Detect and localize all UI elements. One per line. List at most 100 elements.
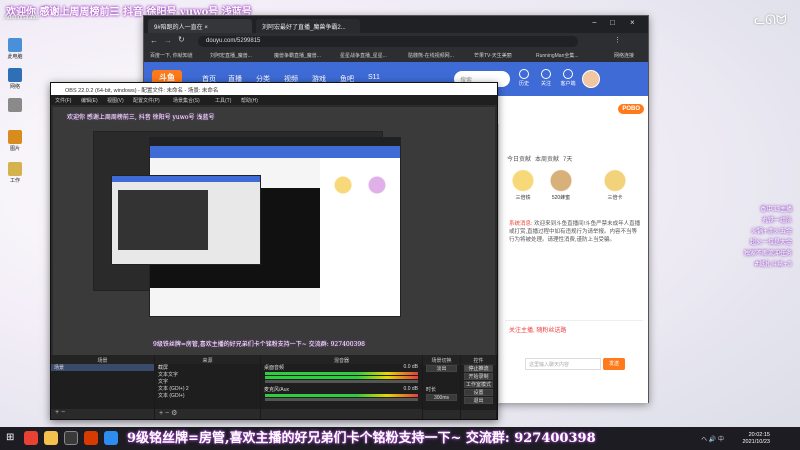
scene-item[interactable]: 场景 — [51, 364, 154, 371]
preview-banner-text: 欢迎你 感谢上周周榜前三, 抖音 徐阳号 yuwo号 浅蓝号 — [67, 114, 215, 121]
gift-card[interactable]: 520蜂蜜 — [545, 168, 577, 204]
bookmark-item[interactable]: 骷髅熊-在线视频网... — [408, 52, 454, 59]
notice-title: 系统消息: — [509, 221, 533, 227]
history-button[interactable]: 历史 — [514, 69, 534, 87]
explorer-icon[interactable] — [44, 431, 58, 445]
volume-slider[interactable] — [265, 398, 418, 401]
controls-dock: 控件 停止推流 开始录制 工作室模式 设置 退出 — [461, 355, 497, 419]
settings-button[interactable]: 设置 — [464, 389, 493, 396]
source-item[interactable]: 文本 (GDI+) 2 — [155, 385, 260, 392]
desktop-icon-file[interactable] — [4, 98, 26, 113]
follow-hint: 关注主播, 随粉丝送路 — [505, 320, 643, 338]
controls-dock-title: 控件 — [461, 355, 496, 364]
back-icon[interactable]: ← — [150, 36, 158, 45]
mixer-level: 0.0 dB — [403, 386, 418, 392]
remove-icon[interactable]: − — [165, 410, 169, 417]
browser-tab-2[interactable]: 刘阿宏最好了直播_魔兽争霸2... — [256, 19, 360, 33]
tab-week[interactable]: 本周贡献 — [535, 154, 559, 163]
mixer-channel-label: 麦克风/Aux — [264, 387, 290, 393]
gift-card[interactable]: 三倍卡 — [599, 168, 631, 204]
menu-view[interactable]: 视图(V) — [107, 97, 124, 104]
add-icon[interactable]: + — [159, 410, 163, 417]
mixer-dock-title: 混音器 — [261, 355, 422, 364]
preview-bottom-text: 9级铁丝牌=房管,喜欢主播的好兄弟们卡个铭粉支持一下~ 交流群: 9274003… — [153, 341, 365, 348]
obs-docks: 场景 场景 + − 来源 截屏 文本文字 文字 文本 (GDI+) 2 文本 (… — [51, 355, 497, 419]
folder-icon — [8, 130, 22, 144]
minimize-icon[interactable]: − — [592, 18, 597, 27]
add-icon[interactable]: + — [55, 409, 59, 416]
menu-scene-collection[interactable]: 场景集合(S) — [173, 97, 200, 104]
menu-file[interactable]: 文件(F) — [55, 97, 71, 104]
file-icon — [8, 98, 22, 112]
system-notice: 系统消息: 欢迎来到斗鱼直播间!斗鱼严禁未成年人直播或打赏,直播过程中如有违规行… — [507, 218, 643, 306]
client-button[interactable]: 客户端 — [558, 69, 578, 87]
desktop-icon-pictures[interactable]: 图片 — [4, 130, 26, 152]
reload-icon[interactable]: ↻ — [178, 35, 185, 44]
obs-window: OBS 22.0.2 (64-bit, windows) - 配置文件: 未命名… — [50, 82, 498, 420]
source-item[interactable]: 截屏 — [155, 364, 260, 371]
gear-icon[interactable]: ⚙ — [171, 410, 177, 417]
bookmark-item[interactable]: RunningMan全集... — [536, 52, 579, 59]
transitions-dock: 场景切换 淡出 时长 300ms — [423, 355, 461, 419]
side-panel: 今日贡献 本周贡献 7天 三倍铁 520蜂蜜 三倍卡 系统消息: 欢迎来到斗鱼直… — [498, 124, 648, 402]
browser-tab-1[interactable]: 9#陪跑的人一直在 × — [148, 19, 252, 33]
source-item[interactable]: 文本文字 — [155, 371, 260, 378]
menu-tools[interactable]: 工具(T) — [215, 97, 231, 104]
tab-today[interactable]: 今日贡献 — [507, 154, 531, 163]
gift-card[interactable]: 三倍铁 — [507, 168, 539, 204]
source-item[interactable]: 文本 (GDI+) — [155, 392, 260, 399]
stop-stream-button[interactable]: 停止推流 — [464, 365, 493, 372]
menu-help[interactable]: 帮助(H) — [241, 97, 258, 104]
bookmark-item[interactable]: 芒果TV-天生美丽 — [474, 52, 512, 59]
bookmark-item[interactable]: 百度一下, 你就知道 — [150, 52, 193, 59]
heart-icon — [541, 69, 551, 79]
obs-icon[interactable] — [64, 431, 78, 445]
obs-preview[interactable]: 欢迎你 感谢上周周榜前三, 抖音 徐阳号 yuwo号 浅蓝号 9级铁丝牌=房管,… — [53, 107, 495, 355]
pobo-badge[interactable]: POBO — [618, 104, 644, 114]
forward-icon[interactable]: → — [164, 36, 172, 45]
bookmark-item[interactable]: 网络连接 — [614, 52, 634, 59]
media-icon[interactable] — [84, 431, 98, 445]
send-button[interactable]: 发送 — [603, 358, 625, 370]
taskbar-marquee-text: 9级铭丝牌=房管,喜欢主播的好兄弟们卡个铭粉支持一下~ 交流群: 9274003… — [127, 431, 596, 446]
menu-icon[interactable]: ⋮ — [614, 36, 621, 44]
desktop-user-label: Administrator — [4, 15, 40, 21]
audio-meter — [265, 394, 418, 397]
maximize-icon[interactable]: □ — [610, 18, 615, 27]
start-record-button[interactable]: 开始录制 — [464, 373, 493, 380]
bookmark-item[interactable]: 魔兽争霸直播_魔兽... — [274, 52, 321, 59]
bookmark-item[interactable]: 星星战争直播_星星... — [340, 52, 387, 59]
volume-slider[interactable] — [265, 380, 418, 383]
close-icon[interactable]: × — [630, 18, 635, 27]
transition-select[interactable]: 淡出 — [426, 365, 457, 372]
chrome-icon[interactable] — [24, 431, 38, 445]
desktop-icon-work[interactable]: 工作 — [4, 162, 26, 184]
avatar[interactable] — [582, 70, 600, 88]
start-icon[interactable]: ⊞ — [6, 432, 14, 443]
sources-dock: 来源 截屏 文本文字 文字 文本 (GDI+) 2 文本 (GDI+) + − … — [155, 355, 261, 419]
exit-button[interactable]: 退出 — [464, 397, 493, 404]
transitions-dock-title: 场景切换 — [423, 355, 460, 364]
taskbar-clock[interactable]: 20:02:15 2021/10/23 — [742, 432, 770, 446]
remove-icon[interactable]: − — [61, 409, 65, 416]
menu-edit[interactable]: 编辑(E) — [81, 97, 98, 104]
system-tray[interactable]: へ 🔊 中 — [701, 434, 724, 443]
browser-toolbar: ← → ↻ douyu.com/5299815 ⋮ — [144, 33, 648, 49]
address-bar[interactable]: douyu.com/5299815 — [198, 36, 578, 47]
chat-input[interactable]: 这里输入聊天内容 — [525, 358, 601, 370]
source-item[interactable]: 文字 — [155, 378, 260, 385]
menu-profile[interactable]: 配置文件(P) — [133, 97, 160, 104]
follow-button[interactable]: 关注 — [536, 69, 556, 87]
clock-date: 2021/10/23 — [742, 439, 770, 445]
app-icon[interactable] — [104, 431, 118, 445]
tab-7day[interactable]: 7天 — [563, 154, 572, 163]
nav-s11[interactable]: S11 — [368, 74, 380, 81]
desktop-icon-computer[interactable]: 此电脑 — [4, 38, 26, 60]
studio-mode-button[interactable]: 工作室模式 — [464, 381, 493, 388]
desktop-icon-network[interactable]: 网络 — [4, 68, 26, 90]
duration-input[interactable]: 300ms — [426, 394, 457, 401]
bookmark-item[interactable]: 刘阿宏直播_魔兽... — [210, 52, 252, 59]
history-icon — [519, 69, 529, 79]
scenes-dock-title: 场景 — [51, 355, 154, 364]
side-overlay-text: 香中33主播 丸铁一组队 火锅+赤火五金 超火一位是大金 独家不断流冲任务 #纸… — [743, 206, 792, 268]
